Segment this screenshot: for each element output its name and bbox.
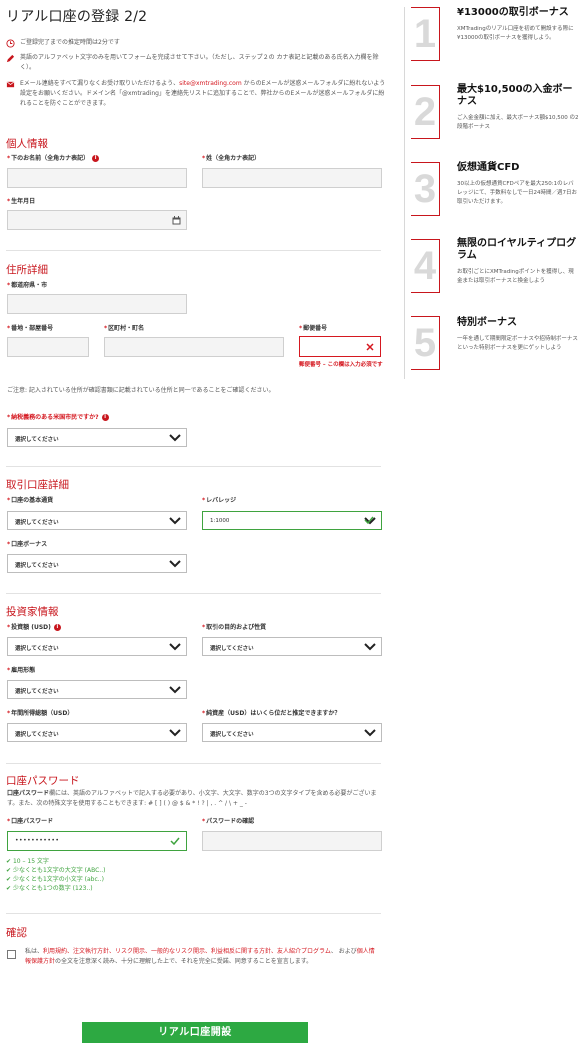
check-icon xyxy=(170,837,180,845)
postal-input[interactable] xyxy=(299,336,381,357)
street-label: *番地・部屋番号 xyxy=(7,325,54,332)
sidebar-divider xyxy=(404,7,405,379)
purpose-select[interactable]: 選択してください xyxy=(202,637,382,656)
account-bonus-label: *口座ボーナス xyxy=(7,541,48,548)
chevron-down-icon xyxy=(364,643,376,651)
password-check-item: ✔ 少なくとも1文字の小文字 (abc..) xyxy=(6,876,104,883)
section-title-investor: 投資家情報 xyxy=(6,606,59,618)
first-name-input[interactable] xyxy=(7,168,187,188)
investment-select[interactable]: 選択してください xyxy=(7,637,187,656)
divider xyxy=(6,250,381,251)
section-title-personal: 個人情報 xyxy=(6,138,48,150)
bonus-number-1: 1 xyxy=(411,7,440,61)
income-select[interactable]: 選択してください xyxy=(7,723,187,742)
clock-icon xyxy=(6,39,15,48)
consent-text: 私は、利用規約、注文執行方針、リスク開示、一般的なリスク開示、利益相反に関する方… xyxy=(25,948,375,965)
password-check-item: ✔ 少なくとも1文字の大文字 (ABC..) xyxy=(6,867,106,874)
chevron-down-icon xyxy=(169,643,181,651)
submit-button[interactable]: リアル口座開設 xyxy=(82,1022,308,1043)
page-title: リアル口座の登録 2/2 xyxy=(6,9,148,25)
password-confirm-label: *パスワードの確認 xyxy=(202,818,255,825)
password-label: *口座パスワード xyxy=(7,818,54,825)
leverage-label: *レバレッジ xyxy=(202,497,237,504)
alphabet-notice: 英語のアルファベット文字のみを用いてフォームを完成させて下さい。（ただし、ステッ… xyxy=(6,53,386,73)
purpose-label: *取引の目的および性質 xyxy=(202,624,267,631)
investment-label: *投資額 (USD) i xyxy=(7,622,61,631)
bonus-title-1: ¥13000の取引ボーナス xyxy=(457,7,569,18)
time-notice: ご登録完了までの推定時間は2分です xyxy=(6,38,386,48)
postal-error-message: 郵便番号 – この欄は入力必須です xyxy=(299,362,383,368)
info-icon[interactable]: i xyxy=(101,414,109,421)
us-tax-select[interactable]: 選択してください xyxy=(7,428,187,447)
leverage-select[interactable]: 1:1000 xyxy=(202,511,382,530)
us-tax-label: *納税義務のある米国市民ですか? i xyxy=(7,412,109,421)
postal-label: *郵便番号 xyxy=(299,325,328,332)
password-rules: 口座パスワード欄には、英語のアルファベットで記入する必要があり、小文字、大文字、… xyxy=(7,790,377,807)
calendar-icon[interactable] xyxy=(172,216,181,225)
close-icon xyxy=(366,343,374,351)
networth-label: *純資産（USD）はいくら位だと推定できますか？ xyxy=(202,710,341,717)
bonus-number-2: 2 xyxy=(411,85,440,139)
divider xyxy=(6,593,381,594)
chevron-down-icon xyxy=(169,517,181,525)
info-icon[interactable]: i xyxy=(53,624,61,631)
first-name-label: *下のお名前（全角カナ表記） i xyxy=(7,153,100,162)
bonus-title-4: 無限のロイヤルティプログラム xyxy=(457,238,577,261)
district-input[interactable] xyxy=(104,337,284,357)
bonus-desc-1: XMTradingのリアル口座を初めて開設する際に¥13000の取引ボーナスを獲… xyxy=(457,26,574,41)
bonus-desc-4: お取引ごとにXMTradingポイントを獲得し、現金または取引ボーナスと換金しよ… xyxy=(457,269,574,284)
section-title-password: 口座パスワード xyxy=(6,775,80,787)
info-icon[interactable]: i xyxy=(92,155,100,162)
password-check-item: ✔ 少なくとも1つの数字 (123..) xyxy=(6,885,93,892)
dob-input[interactable] xyxy=(7,210,187,230)
bonus-desc-3: 30以上の仮想通貨CFDペアを最大250:1のレバレッジにて、手数料なしで一日2… xyxy=(457,181,578,205)
chevron-down-icon xyxy=(364,729,376,737)
consent-checkbox[interactable] xyxy=(7,950,16,959)
base-currency-label: *口座の基本通貨 xyxy=(7,497,54,504)
chevron-down-icon xyxy=(169,686,181,694)
password-input[interactable]: ••••••••••• xyxy=(7,831,187,851)
dob-label: *生年月日 xyxy=(7,198,36,205)
bonus-number-4: 4 xyxy=(411,239,440,293)
divider xyxy=(6,466,381,467)
bonus-title-3: 仮想通貨CFD xyxy=(457,162,520,173)
pencil-icon xyxy=(6,54,15,63)
income-label: *年間所得総額（USD） xyxy=(7,710,74,717)
password-checks: ✔ 10 – 15 文字 ✔ 少なくとも1文字の大文字 (ABC..) ✔ 少な… xyxy=(6,857,105,893)
section-title-account: 取引口座詳細 xyxy=(6,479,69,491)
last-name-label: *姓（全角カナ表記） xyxy=(202,155,261,162)
account-bonus-select[interactable]: 選択してください xyxy=(7,554,187,573)
base-currency-select[interactable]: 選択してください xyxy=(7,511,187,530)
prefecture-input[interactable] xyxy=(7,294,187,314)
chevron-down-icon xyxy=(169,560,181,568)
street-input[interactable] xyxy=(7,337,89,357)
bonus-title-2: 最大$10,500の入金ボーナス xyxy=(457,84,573,107)
email-link[interactable]: site@xmtrading.com xyxy=(179,80,242,87)
bonus-number-5: 5 xyxy=(411,316,440,370)
last-name-input[interactable] xyxy=(202,168,382,188)
networth-select[interactable]: 選択してください xyxy=(202,723,382,742)
section-title-confirm: 確認 xyxy=(6,927,27,939)
prefecture-label: *都道府県・市 xyxy=(7,282,48,289)
employment-label: *雇用形態 xyxy=(7,667,36,674)
email-notice: Eメール連絡をすべて漏りなくお受け取りいただけるよう、site@xmtradin… xyxy=(6,79,386,109)
terms-links[interactable]: 利用規約、注文執行方針、リスク開示、一般的なリスク開示、利益相反に関する方針、友… xyxy=(43,948,331,955)
bonus-title-5: 特別ボーナス xyxy=(457,317,517,328)
mail-icon xyxy=(6,81,15,88)
check-icon xyxy=(364,516,374,524)
bonus-number-3: 3 xyxy=(411,162,440,216)
bonus-desc-5: 一年を通して期間限定ボーナスや招待制ボーナスといった特別ボーナスを更にゲットしよ… xyxy=(457,336,578,351)
chevron-down-icon xyxy=(169,729,181,737)
chevron-down-icon xyxy=(169,434,181,442)
password-check-item: ✔ 10 – 15 文字 xyxy=(6,858,49,865)
section-title-address: 住所詳細 xyxy=(6,264,48,276)
bonus-desc-2: ご入金金額に加え、最大ボーナス額$10,500 の2段階ボーナス xyxy=(457,115,579,130)
divider xyxy=(6,763,381,764)
employment-select[interactable]: 選択してください xyxy=(7,680,187,699)
divider xyxy=(6,913,381,914)
district-label: *区町村・町名 xyxy=(104,325,145,332)
address-note: ご注意: 記入されている住所が確認書類に記載されている住所と同一であることをご確… xyxy=(7,387,275,394)
password-confirm-input[interactable] xyxy=(202,831,382,851)
